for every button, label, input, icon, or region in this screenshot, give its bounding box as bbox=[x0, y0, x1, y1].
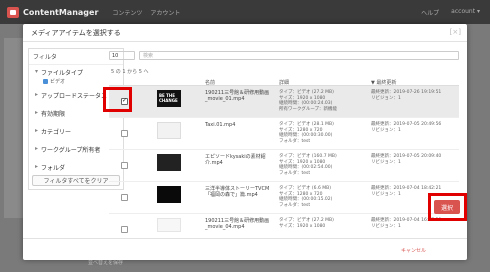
cancel-button[interactable]: キャンセル bbox=[401, 247, 426, 254]
video-thumbnail bbox=[157, 218, 181, 232]
column-detail[interactable]: 詳細 bbox=[279, 79, 289, 86]
modal-header: メディアアイテムを選択する [×] bbox=[23, 24, 467, 42]
background-footer-text: 並べ替えを保存 bbox=[88, 260, 124, 266]
video-thumbnail bbox=[157, 186, 181, 203]
media-name: 190211三号館＆研修用動画_movie_04.mp4 bbox=[205, 218, 270, 230]
table-row[interactable]: 190211三号館＆研修用動画_movie_04.mp4 タイプ：ビデオ (27… bbox=[109, 214, 459, 234]
help-link[interactable]: ヘルプ bbox=[421, 8, 439, 17]
select-button-highlight bbox=[428, 193, 467, 221]
media-detail: タイプ：ビデオ (27.2 MB) サイズ：1920 x 1080 bbox=[279, 218, 334, 229]
logo-icon bbox=[7, 6, 19, 18]
selected-checkbox-highlight bbox=[103, 87, 132, 112]
video-thumbnail: BE THE CHANGE bbox=[157, 90, 181, 107]
media-detail: タイプ：ビデオ (28.1 MB) サイズ：1280 x 720 継続時間：(00:… bbox=[279, 122, 334, 144]
media-updated: 最終更新：2019-07-05 20:09:40 リビジョン：1 bbox=[371, 154, 442, 165]
checkbox-checked-icon[interactable] bbox=[43, 79, 48, 84]
table-header: 名前 詳細 ▼ 最終更新 bbox=[109, 77, 459, 86]
table-row[interactable]: BE THE CHANGE 190211三号館＆研修用動画_movie_01.m… bbox=[109, 86, 459, 118]
close-icon[interactable]: [×] bbox=[450, 28, 461, 36]
search-input[interactable]: 検索 bbox=[139, 51, 459, 60]
media-list: BE THE CHANGE 190211三号館＆研修用動画_movie_01.m… bbox=[109, 86, 459, 234]
modal-footer: キャンセル bbox=[23, 238, 467, 260]
clear-filters-button[interactable]: フィルタすべてをクリア bbox=[32, 175, 120, 186]
table-row[interactable]: 三洋半導体ストーリーTVCM「福岡の森で」篇.mp4 タイプ：ビデオ (6.6 … bbox=[109, 182, 459, 214]
row-checkbox[interactable] bbox=[121, 130, 128, 137]
logo[interactable]: ContentManager bbox=[7, 6, 99, 18]
media-name: Taxi.01.mp4 bbox=[205, 122, 236, 128]
media-detail: タイプ：ビデオ (27.2 MB) サイズ：1920 x 1080 継続時間：(00… bbox=[279, 90, 338, 112]
row-checkbox[interactable] bbox=[121, 194, 128, 201]
video-thumbnail bbox=[157, 122, 181, 139]
page-size-select[interactable]: 10 bbox=[109, 51, 135, 60]
media-updated: 最終更新：2019-07-05 20:49:56 リビジョン：1 bbox=[371, 122, 442, 133]
video-thumbnail bbox=[157, 154, 181, 171]
background-panel bbox=[4, 38, 24, 218]
column-updated[interactable]: ▼ 最終更新 bbox=[371, 79, 396, 86]
account-menu[interactable]: account ▾ bbox=[451, 8, 480, 17]
row-checkbox[interactable] bbox=[121, 226, 128, 233]
media-detail: タイプ：ビデオ (6.6 MB) サイズ：1280 x 720 継続時間：(00:0… bbox=[279, 186, 333, 208]
table-row[interactable]: Taxi.01.mp4 タイプ：ビデオ (28.1 MB) サイズ：1280 x … bbox=[109, 118, 459, 150]
list-toolbar: 10 検索 bbox=[109, 51, 459, 61]
table-row[interactable]: エピソードkysakiの素材紹介.mp4 タイプ：ビデオ (160.7 MB) サ… bbox=[109, 150, 459, 182]
nav-account[interactable]: アカウント bbox=[150, 8, 180, 17]
media-updated: 最終更新：2019-07-26 19:19:51 リビジョン：1 bbox=[371, 90, 442, 101]
media-name: 190211三号館＆研修用動画_movie_01.mp4 bbox=[205, 90, 270, 102]
top-navbar: ContentManager コンテンツ アカウント ヘルプ account ▾ bbox=[0, 0, 490, 24]
media-detail: タイプ：ビデオ (160.7 MB) サイズ：1920 x 1080 継続時間：(0… bbox=[279, 154, 337, 176]
media-name: 三洋半導体ストーリーTVCM「福岡の森で」篇.mp4 bbox=[205, 186, 270, 198]
result-count: 5 の 1 から 5 へ bbox=[111, 69, 149, 75]
nav-contents[interactable]: コンテンツ bbox=[112, 8, 142, 17]
logo-text: ContentManager bbox=[23, 7, 99, 17]
modal-title: メディアアイテムを選択する bbox=[31, 28, 121, 37]
media-name: エピソードkysakiの素材紹介.mp4 bbox=[205, 154, 266, 166]
row-checkbox[interactable] bbox=[121, 162, 128, 169]
column-name[interactable]: 名前 bbox=[205, 79, 215, 86]
media-select-modal: メディアアイテムを選択する [×] フィルタ ▾ ファイルタイプ ビデオ ▸ アップ… bbox=[23, 24, 467, 260]
